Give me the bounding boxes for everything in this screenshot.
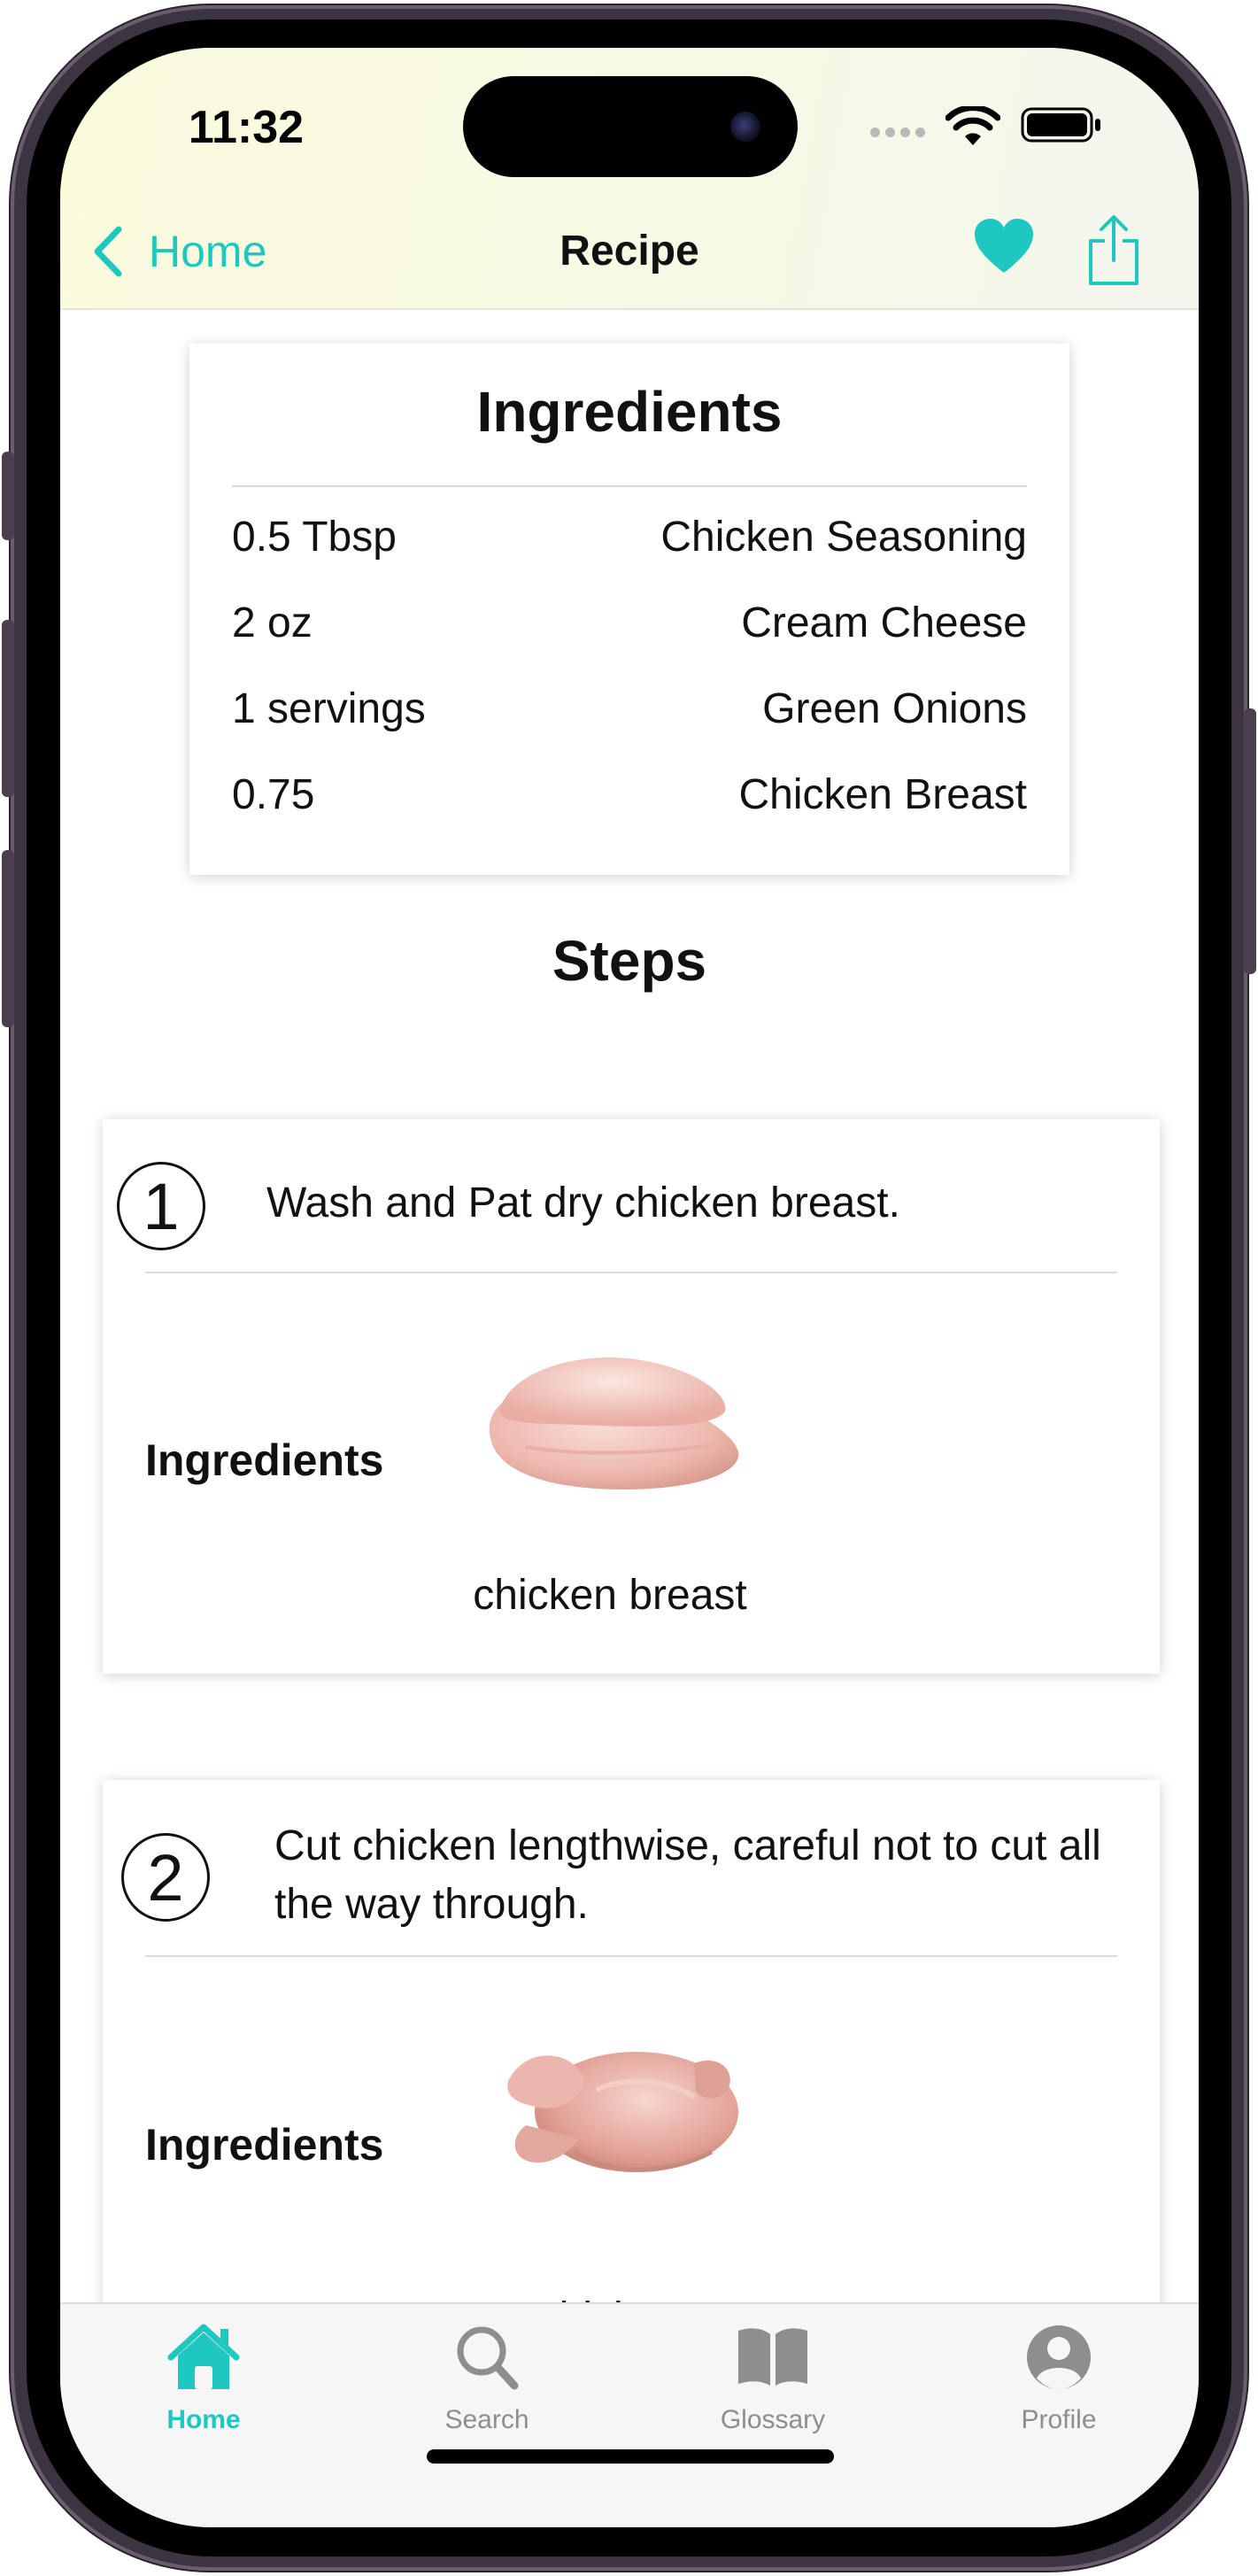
tab-home[interactable]: Home [115,2322,292,2435]
recipe-content[interactable]: Ingredients 0.5 Tbsp Chicken Seasoning 2… [60,310,1199,2400]
step-number-badge: 1 [117,1162,205,1250]
ingredient-row: 1 servings Green Onions [232,678,1027,740]
step-number-badge: 2 [121,1833,210,1922]
whole-chicken-image [507,2052,738,2172]
ingredient-name: Chicken Breast [738,771,1027,818]
camera-icon [730,112,760,142]
share-icon[interactable] [1085,214,1142,287]
divider [145,1955,1117,1957]
magnifier-icon [457,2326,519,2390]
wifi-icon [945,106,1000,145]
step-ingredients-label: Ingredients [145,1435,384,1485]
ingredients-title: Ingredients [476,380,783,444]
ingredients-card: Ingredients 0.5 Tbsp Chicken Seasoning 2… [189,344,1069,875]
divider [145,1272,1117,1273]
screen: 11:32 Home Recipe Ingredients 0.5 Tbsp C… [60,48,1199,2527]
volume-up-button [2,620,14,797]
ingredient-name: Green Onions [762,685,1027,732]
action-button [2,452,14,540]
tab-bar: Home Search Glossary Profile [60,2302,1199,2527]
back-button[interactable]: Home [90,216,266,287]
person-circle-icon [1027,2325,1091,2389]
ingredient-qty: 0.5 Tbsp [232,514,397,561]
cellular-signal-icon [870,126,930,142]
divider [232,485,1027,487]
ingredient-qty: 0.75 [232,771,315,818]
home-indicator[interactable] [427,2449,834,2464]
book-icon [738,2328,807,2386]
ingredient-qty: 1 servings [232,685,426,732]
page-title: Recipe [560,228,699,275]
ingredient-row: 2 oz Cream Cheese [232,592,1027,654]
chevron-left-icon [94,226,122,277]
tab-glossary[interactable]: Glossary [684,2322,861,2435]
ingredient-row: 0.5 Tbsp Chicken Seasoning [232,507,1027,569]
ingredient-name: Cream Cheese [741,600,1027,646]
ingredient-row: 0.75 Chicken Breast [232,764,1027,826]
step-ingredient-name: chicken breast [473,1572,747,1619]
ingredient-name: Chicken Seasoning [660,514,1027,561]
favorite-heart-icon[interactable] [973,216,1035,278]
house-icon [167,2324,240,2389]
battery-icon [1021,107,1100,143]
tab-label: Search [444,2405,529,2434]
step-card: 1 Wash and Pat dry chicken breast. Ingre… [103,1119,1160,1674]
back-label: Home [149,227,267,276]
tab-label: Profile [1021,2405,1097,2434]
status-time: 11:32 [188,102,305,153]
tab-search[interactable]: Search [398,2322,575,2435]
chicken-breast-image [489,1358,739,1489]
step-text: Cut chicken lengthwise, careful not to c… [274,1822,1101,1928]
tab-label: Home [166,2405,241,2434]
ingredient-qty: 2 oz [232,600,313,646]
volume-down-button [2,850,14,1027]
tab-profile[interactable]: Profile [970,2322,1147,2435]
steps-heading: Steps [552,929,707,993]
step-ingredients-label: Ingredients [145,2120,384,2170]
step-text: Wash and Pat dry chicken breast. [266,1180,900,1226]
dynamic-island [463,76,798,177]
power-button [1244,708,1256,974]
tab-label: Glossary [720,2405,826,2434]
